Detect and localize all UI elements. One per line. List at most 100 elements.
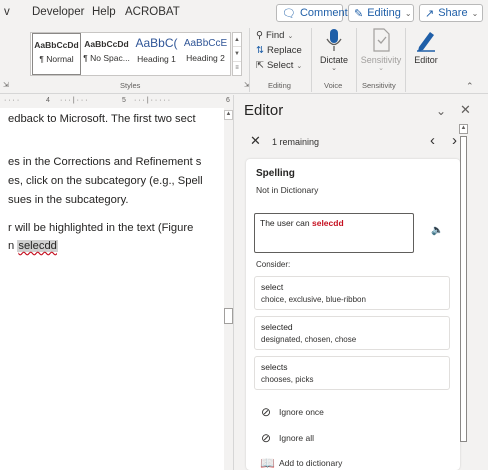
style-name: Heading 1 <box>137 54 176 64</box>
document-line: sues in the subcategory. <box>8 194 129 206</box>
select-button[interactable]: ⇱ Select ⌄ <box>256 60 302 71</box>
suggestion-item[interactable]: selects chooses, picks <box>254 356 450 390</box>
ruler-tick-5: 5 <box>122 97 126 104</box>
suggestion-item[interactable]: selected designated, chosen, chose <box>254 316 450 350</box>
suggestion-synonyms: chooses, picks <box>261 375 314 384</box>
style-heading-1[interactable]: AaBbC( Heading 1 <box>132 33 181 75</box>
ignore-once-button[interactable]: ⊘ Ignore once <box>260 405 324 419</box>
scroll-up-icon[interactable]: ▲ <box>459 124 468 134</box>
ruler: · · · · 4 · · · | · · · 5 · · · | · · · … <box>0 95 232 107</box>
style-no-spacing[interactable]: AaBbCcDd ¶ No Spac... <box>82 33 131 75</box>
tab-developer[interactable]: Developer <box>32 6 84 18</box>
replace-button[interactable]: ⇅ Replace <box>256 45 302 56</box>
editor-pane: Editor ⌄ ✕ ✕ 1 remaining ‹ › Spelling No… <box>233 95 488 470</box>
context-text: The user can <box>260 218 312 228</box>
suggestion-word: select <box>261 282 284 292</box>
line-prefix: n <box>8 240 15 252</box>
editing-mode-button[interactable]: ✎ Editing ⌄ <box>348 4 414 22</box>
style-heading-2[interactable]: AaBbCcE Heading 2 <box>181 33 230 75</box>
document-page[interactable]: edback to Microsoft. The first two sect … <box>0 108 224 470</box>
editor-pane-scrollbar[interactable]: ▲ <box>459 124 468 444</box>
sensitivity-group-label: Sensitivity <box>362 81 396 90</box>
add-to-dictionary-button[interactable]: 📖 Add to dictionary <box>260 456 342 470</box>
dictate-button[interactable]: Dictate ⌄ <box>316 28 352 72</box>
replace-icon: ⇅ <box>256 45 264 56</box>
scroll-up-icon[interactable]: ▲ <box>233 33 241 48</box>
share-button[interactable]: ↗ Share ⌄ <box>419 4 483 22</box>
tab-acrobat[interactable]: ACROBAT <box>125 6 180 18</box>
scrollbar-thumb[interactable] <box>460 136 467 442</box>
styles-group-label: Styles <box>120 81 141 90</box>
comment-icon: 🗨 <box>282 7 296 20</box>
document-scrollbar[interactable]: ▲ <box>224 108 233 470</box>
share-icon: ↗ <box>425 7 435 20</box>
close-pane-icon[interactable]: ✕ <box>460 102 471 118</box>
suggestion-item[interactable]: select choice, exclusive, blue-ribbon <box>254 276 450 310</box>
divider <box>356 28 357 92</box>
suggestion-word: selects <box>261 362 288 372</box>
next-issue-icon[interactable]: › <box>452 132 457 149</box>
voice-group-label: Voice <box>324 81 343 90</box>
sensitivity-icon <box>373 28 390 52</box>
close-icon[interactable]: ✕ <box>250 133 261 149</box>
replace-label: Replace <box>266 45 302 56</box>
style-sample: AaBbC( <box>135 36 178 50</box>
share-label: Share <box>438 7 468 19</box>
style-name: ¶ Normal <box>39 54 74 64</box>
dictionary-icon: 📖 <box>260 456 275 470</box>
context-box: The user can selecdd <box>254 213 414 253</box>
tab-view[interactable]: v <box>4 6 10 18</box>
styles-gallery-scroll[interactable]: ▲ ▼ ≡ <box>232 32 242 76</box>
context-error-word: selecdd <box>311 218 344 228</box>
consider-label: Consider: <box>256 260 291 269</box>
microphone-icon <box>326 29 342 51</box>
document-line: edback to Microsoft. The first two sect <box>8 113 196 125</box>
ignore-once-label: Ignore once <box>279 407 324 417</box>
pane-options-chevron-icon[interactable]: ⌄ <box>436 104 446 118</box>
style-sample: AaBbCcDd <box>34 40 79 50</box>
sensitivity-button[interactable]: Sensitivity ⌄ <box>359 28 403 72</box>
style-sample: AaBbCcDd <box>84 39 129 49</box>
ignore-icon: ⊘ <box>260 431 272 445</box>
scrollbar-thumb[interactable] <box>224 308 233 324</box>
chevron-down-icon: ⌄ <box>287 32 294 40</box>
search-icon: ⚲ <box>256 30 263 41</box>
style-name: Heading 2 <box>186 53 225 63</box>
add-to-dictionary-label: Add to dictionary <box>279 458 343 468</box>
ignore-all-button[interactable]: ⊘ Ignore all <box>260 431 314 445</box>
comments-button[interactable]: 🗨 Comments <box>276 4 353 22</box>
ignore-all-label: Ignore all <box>279 433 314 443</box>
tab-help[interactable]: Help <box>92 6 116 18</box>
chevron-down-icon: ⌄ <box>404 8 412 18</box>
editor-button[interactable]: Editor <box>409 28 443 65</box>
scroll-up-icon[interactable]: ▲ <box>224 110 233 120</box>
chevron-down-icon: ⌄ <box>378 65 384 72</box>
ruler-dots: · · · | · · · · · <box>134 97 171 104</box>
document-line: r will be highlighted in the text (Figur… <box>8 222 194 234</box>
suggestion-synonyms: designated, chosen, chose <box>261 335 357 344</box>
more-styles-icon[interactable]: ≡ <box>233 62 241 75</box>
collapse-ribbon-icon[interactable]: ⌃ <box>466 81 474 92</box>
ruler-dots: · · · | · · · <box>60 97 88 104</box>
issue-subtitle: Not in Dictionary <box>256 185 319 195</box>
scroll-down-icon[interactable]: ▼ <box>233 47 241 62</box>
style-normal[interactable]: AaBbCcDd ¶ Normal <box>32 33 81 75</box>
document-line: es in the Corrections and Refinement s <box>8 156 202 168</box>
ribbon: v Developer Help ACROBAT 🗨 Comments ✎ Ed… <box>0 0 488 94</box>
font-group-launcher-icon[interactable]: ⇲ <box>3 81 9 89</box>
find-button[interactable]: ⚲ Find ⌄ <box>256 30 293 41</box>
ruler-tick-6: 6 <box>226 97 230 104</box>
ignore-icon: ⊘ <box>260 405 272 419</box>
editor-pane-title: Editor <box>244 102 284 119</box>
remaining-row: ✕ 1 remaining ‹ › <box>244 132 464 153</box>
previous-issue-icon[interactable]: ‹ <box>430 132 435 149</box>
style-sample: AaBbCcE <box>183 38 228 49</box>
document-line: n selecdd <box>8 240 58 252</box>
chevron-down-icon: ⌄ <box>331 65 337 72</box>
remaining-count: 1 remaining <box>272 137 320 147</box>
divider <box>311 28 312 92</box>
speaker-icon[interactable]: 🔈 <box>431 225 443 236</box>
editor-label: Editor <box>414 55 438 65</box>
chevron-down-icon: ⌄ <box>471 8 479 18</box>
misspelled-word[interactable]: selecdd <box>17 240 58 252</box>
